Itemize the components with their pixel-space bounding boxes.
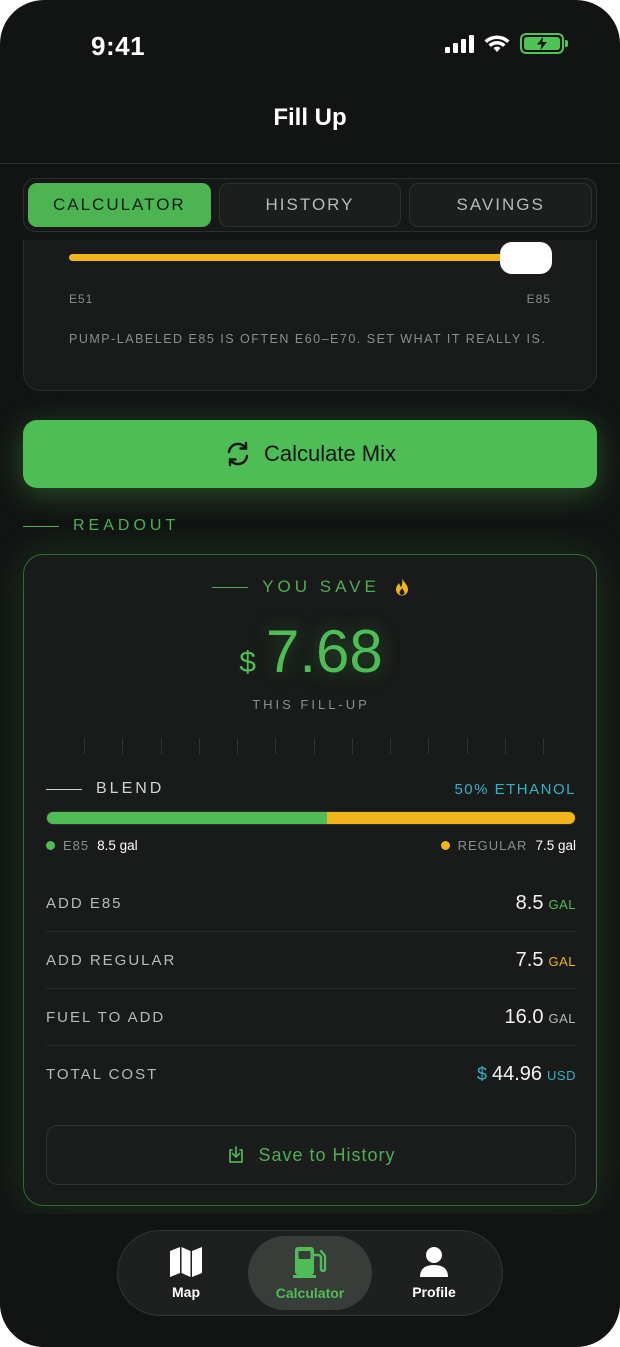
savings-value: 7.68 (265, 618, 383, 685)
legend-e85-label: E85 (63, 838, 90, 853)
slider-min-label: E51 (69, 292, 94, 306)
save-to-history-button[interactable]: Save to History (46, 1125, 576, 1185)
row-label: ADD REGULAR (46, 951, 177, 969)
legend-regular-value: 7.5 gal (535, 838, 576, 853)
segmented-tabs: CALCULATOR HISTORY SAVINGS (23, 178, 597, 232)
save-download-icon (229, 1146, 244, 1163)
readout-rows: ADD E85 8.5 GAL ADD REGULAR 7.5 GAL FUEL… (46, 875, 576, 1103)
battery-icon (520, 33, 568, 54)
nav-profile[interactable]: Profile (372, 1236, 496, 1310)
tab-history[interactable]: HISTORY (218, 183, 402, 227)
regular-dot-icon (440, 841, 450, 850)
readout-card: YOU SAVE $ 7.68 THIS FILL-UP BLEND 50% E… (23, 554, 597, 1206)
row-add-regular: ADD REGULAR 7.5 GAL (46, 932, 576, 989)
readout-section-label: READOUT (23, 517, 179, 535)
tab-calculator[interactable]: CALCULATOR (28, 183, 211, 227)
you-save-label: YOU SAVE (262, 577, 380, 596)
phone-screen: 9:41 Fill Up CALCULATOR HISTORY SAVINGS … (0, 0, 620, 1347)
refresh-icon (227, 441, 249, 467)
row-label: TOTAL COST (46, 1066, 159, 1083)
blend-line (46, 788, 82, 790)
nav-calculator[interactable]: Calculator (248, 1236, 372, 1310)
wifi-icon (484, 35, 510, 52)
you-save-header: YOU SAVE (24, 577, 598, 597)
decorative-ticks (84, 738, 544, 754)
save-to-history-label: Save to History (258, 1144, 396, 1165)
row-value: 8.5 (515, 891, 544, 914)
you-save-line (212, 586, 249, 588)
nav-map-label: Map (172, 1284, 200, 1300)
blend-legend: E85 8.5 gal REGULAR 7.5 gal (46, 838, 576, 853)
row-value: 44.96 (491, 1063, 543, 1085)
blend-bar (46, 811, 576, 825)
row-total-cost: TOTAL COST $ 44.96 USD (46, 1046, 576, 1103)
map-icon (170, 1247, 202, 1277)
fill-up-label: THIS FILL-UP (252, 697, 370, 712)
row-fuel-to-add: FUEL TO ADD 16.0 GAL (46, 989, 576, 1046)
slider-note: PUMP-LABELED E85 IS OFTEN E60–E70. SET W… (69, 332, 547, 346)
nav-calculator-label: Calculator (275, 1285, 345, 1301)
ethanol-percentage: 50% ETHANOL (454, 780, 576, 798)
legend-regular: REGULAR 7.5 gal (440, 838, 576, 853)
row-unit: GAL (548, 953, 576, 969)
calculate-mix-label: Calculate Mix (263, 441, 397, 466)
calculate-mix-button[interactable]: Calculate Mix (23, 420, 597, 488)
ethanol-slider-track[interactable] (69, 254, 531, 261)
row-unit: GAL (548, 1010, 576, 1026)
tab-savings[interactable]: SAVINGS (409, 183, 593, 227)
legend-e85: E85 8.5 gal (46, 838, 138, 853)
row-label: ADD E85 (46, 894, 123, 912)
row-unit: GAL (548, 896, 576, 912)
row-add-e85: ADD E85 8.5 GAL (46, 875, 576, 932)
blend-label: BLEND (96, 780, 165, 797)
blend-bar-e85 (47, 812, 327, 824)
row-value: 16.0 (504, 1005, 544, 1028)
fuel-pump-icon (293, 1247, 327, 1278)
charging-bolt-icon (537, 37, 547, 50)
row-unit: USD (547, 1068, 576, 1083)
status-icons (445, 33, 568, 54)
person-icon (420, 1247, 448, 1277)
ethanol-setting-card: E51 E85 PUMP-LABELED E85 IS OFTEN E60–E7… (23, 240, 597, 391)
header-divider (0, 163, 620, 164)
slider-max-label: E85 (526, 292, 551, 306)
nav-map[interactable]: Map (124, 1236, 248, 1310)
readout-line (23, 525, 59, 527)
savings-amount: $ 7.68 (24, 617, 598, 686)
blend-bar-regular (326, 812, 575, 824)
legend-e85-value: 8.5 gal (97, 838, 138, 853)
nav-profile-label: Profile (412, 1284, 456, 1300)
row-prefix: $ (476, 1064, 487, 1084)
flame-icon (395, 577, 408, 595)
signal-icon (445, 34, 474, 53)
blend-header: BLEND 50% ETHANOL (46, 780, 576, 798)
page-title: Fill Up (273, 104, 347, 131)
row-value: 7.5 (515, 948, 544, 971)
e85-dot-icon (46, 841, 55, 850)
bottom-tab-bar: Map Calculator Profile (117, 1230, 503, 1316)
row-label: FUEL TO ADD (46, 1008, 166, 1026)
savings-currency: $ (239, 646, 256, 679)
status-time: 9:41 (91, 31, 146, 61)
legend-regular-label: REGULAR (457, 838, 528, 853)
ethanol-slider-thumb[interactable] (499, 242, 552, 274)
readout-label-text: READOUT (73, 517, 180, 534)
